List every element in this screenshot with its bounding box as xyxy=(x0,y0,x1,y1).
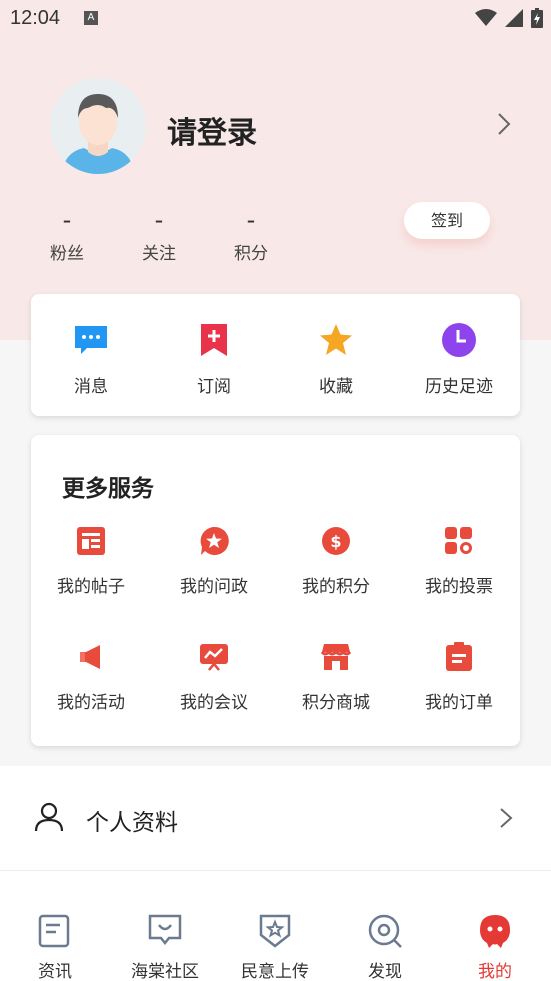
service-label: 积分商城 xyxy=(302,693,370,713)
service-label: 我的会议 xyxy=(180,693,248,713)
order-icon xyxy=(446,642,472,671)
news-icon xyxy=(38,914,70,948)
quick-action-label: 收藏 xyxy=(319,377,353,397)
service-label: 我的订单 xyxy=(425,693,493,713)
tab-label: 发现 xyxy=(368,962,402,981)
points-icon: $ xyxy=(322,527,350,555)
activity-icon xyxy=(80,645,100,669)
person-icon xyxy=(34,802,64,832)
list-item-personal-info[interactable]: 个人资料 xyxy=(0,766,551,870)
wifi-icon xyxy=(475,9,497,26)
inquiry-icon xyxy=(200,526,229,555)
service-my-points[interactable]: $ 我的积分 xyxy=(286,526,386,597)
service-label: 我的帖子 xyxy=(57,577,125,597)
service-label: 我的问政 xyxy=(180,577,248,597)
quick-action-history[interactable]: 历史足迹 xyxy=(409,322,509,397)
quick-action-label: 消息 xyxy=(74,377,108,397)
stat-label: 粉丝 xyxy=(50,244,84,264)
service-my-activities[interactable]: 我的活动 xyxy=(41,642,141,713)
discover-icon xyxy=(368,914,402,948)
meeting-icon xyxy=(200,644,228,671)
settings-list: 个人资料 xyxy=(0,766,551,870)
opinion-icon xyxy=(259,914,291,948)
stat-fans[interactable]: - 粉丝 xyxy=(37,205,97,264)
community-icon xyxy=(148,914,182,946)
tab-news[interactable]: 资讯 xyxy=(0,913,110,981)
service-label: 我的积分 xyxy=(302,577,370,597)
signal-icon xyxy=(505,9,523,27)
bottom-tab-bar: 资讯 海棠社区 民意上传 发现 我的 xyxy=(0,871,551,981)
vote-icon xyxy=(445,527,472,554)
list-item-label: 个人资料 xyxy=(86,810,178,836)
star-icon xyxy=(320,324,352,355)
stat-following[interactable]: - 关注 xyxy=(129,205,189,264)
keyboard-indicator-icon: A xyxy=(84,11,98,25)
service-label: 我的投票 xyxy=(425,577,493,597)
post-icon xyxy=(77,527,105,555)
service-my-votes[interactable]: 我的投票 xyxy=(409,526,509,597)
services-title: 更多服务 xyxy=(62,476,154,502)
stat-points[interactable]: - 积分 xyxy=(221,205,281,264)
svg-text:$: $ xyxy=(330,532,341,551)
tab-community[interactable]: 海棠社区 xyxy=(110,913,220,981)
login-prompt[interactable]: 请登录 xyxy=(167,108,257,152)
chevron-right-icon xyxy=(500,808,513,828)
stat-label: 关注 xyxy=(142,244,176,264)
subscribe-icon xyxy=(201,324,227,356)
service-label: 我的活动 xyxy=(57,693,125,713)
tab-label: 资讯 xyxy=(38,962,72,981)
quick-action-label: 历史足迹 xyxy=(425,377,493,397)
service-my-orders[interactable]: 我的订单 xyxy=(409,642,509,713)
stat-label: 积分 xyxy=(234,244,268,264)
default-avatar-icon xyxy=(50,78,146,174)
status-bar: 12:04 A xyxy=(0,0,551,38)
tab-label: 民意上传 xyxy=(241,962,309,981)
quick-action-subscribe[interactable]: 订阅 xyxy=(164,322,264,397)
tab-discover[interactable]: 发现 xyxy=(330,913,440,981)
tab-opinion-upload[interactable]: 民意上传 xyxy=(220,913,330,981)
tab-mine[interactable]: 我的 xyxy=(440,913,550,981)
tab-label: 我的 xyxy=(478,962,512,981)
avatar[interactable] xyxy=(50,78,146,174)
status-time: 12:04 xyxy=(10,7,61,29)
stat-value: - xyxy=(62,206,72,234)
battery-icon xyxy=(531,8,543,28)
stat-value: - xyxy=(246,206,256,234)
mine-icon xyxy=(480,915,510,948)
checkin-button[interactable]: 签到 xyxy=(404,202,490,239)
service-my-posts[interactable]: 我的帖子 xyxy=(41,526,141,597)
services-card: 更多服务 我的帖子 我的问政 $ 我的积分 我的投票 我的活动 我的会议 积分商… xyxy=(31,435,520,746)
service-my-meetings[interactable]: 我的会议 xyxy=(164,642,264,713)
quick-actions-card: 消息 订阅 收藏 历史足迹 xyxy=(31,294,520,416)
quick-action-favorites[interactable]: 收藏 xyxy=(286,322,386,397)
service-points-store[interactable]: 积分商城 xyxy=(286,642,386,713)
message-icon xyxy=(75,326,107,354)
service-my-inquiries[interactable]: 我的问政 xyxy=(164,526,264,597)
clock-icon xyxy=(442,323,476,357)
quick-action-label: 订阅 xyxy=(197,377,231,397)
quick-action-messages[interactable]: 消息 xyxy=(41,322,141,397)
tab-label: 海棠社区 xyxy=(131,962,199,981)
chevron-right-icon[interactable] xyxy=(497,112,511,136)
status-icons xyxy=(475,8,543,28)
stat-value: - xyxy=(154,206,164,234)
store-icon xyxy=(320,644,352,670)
